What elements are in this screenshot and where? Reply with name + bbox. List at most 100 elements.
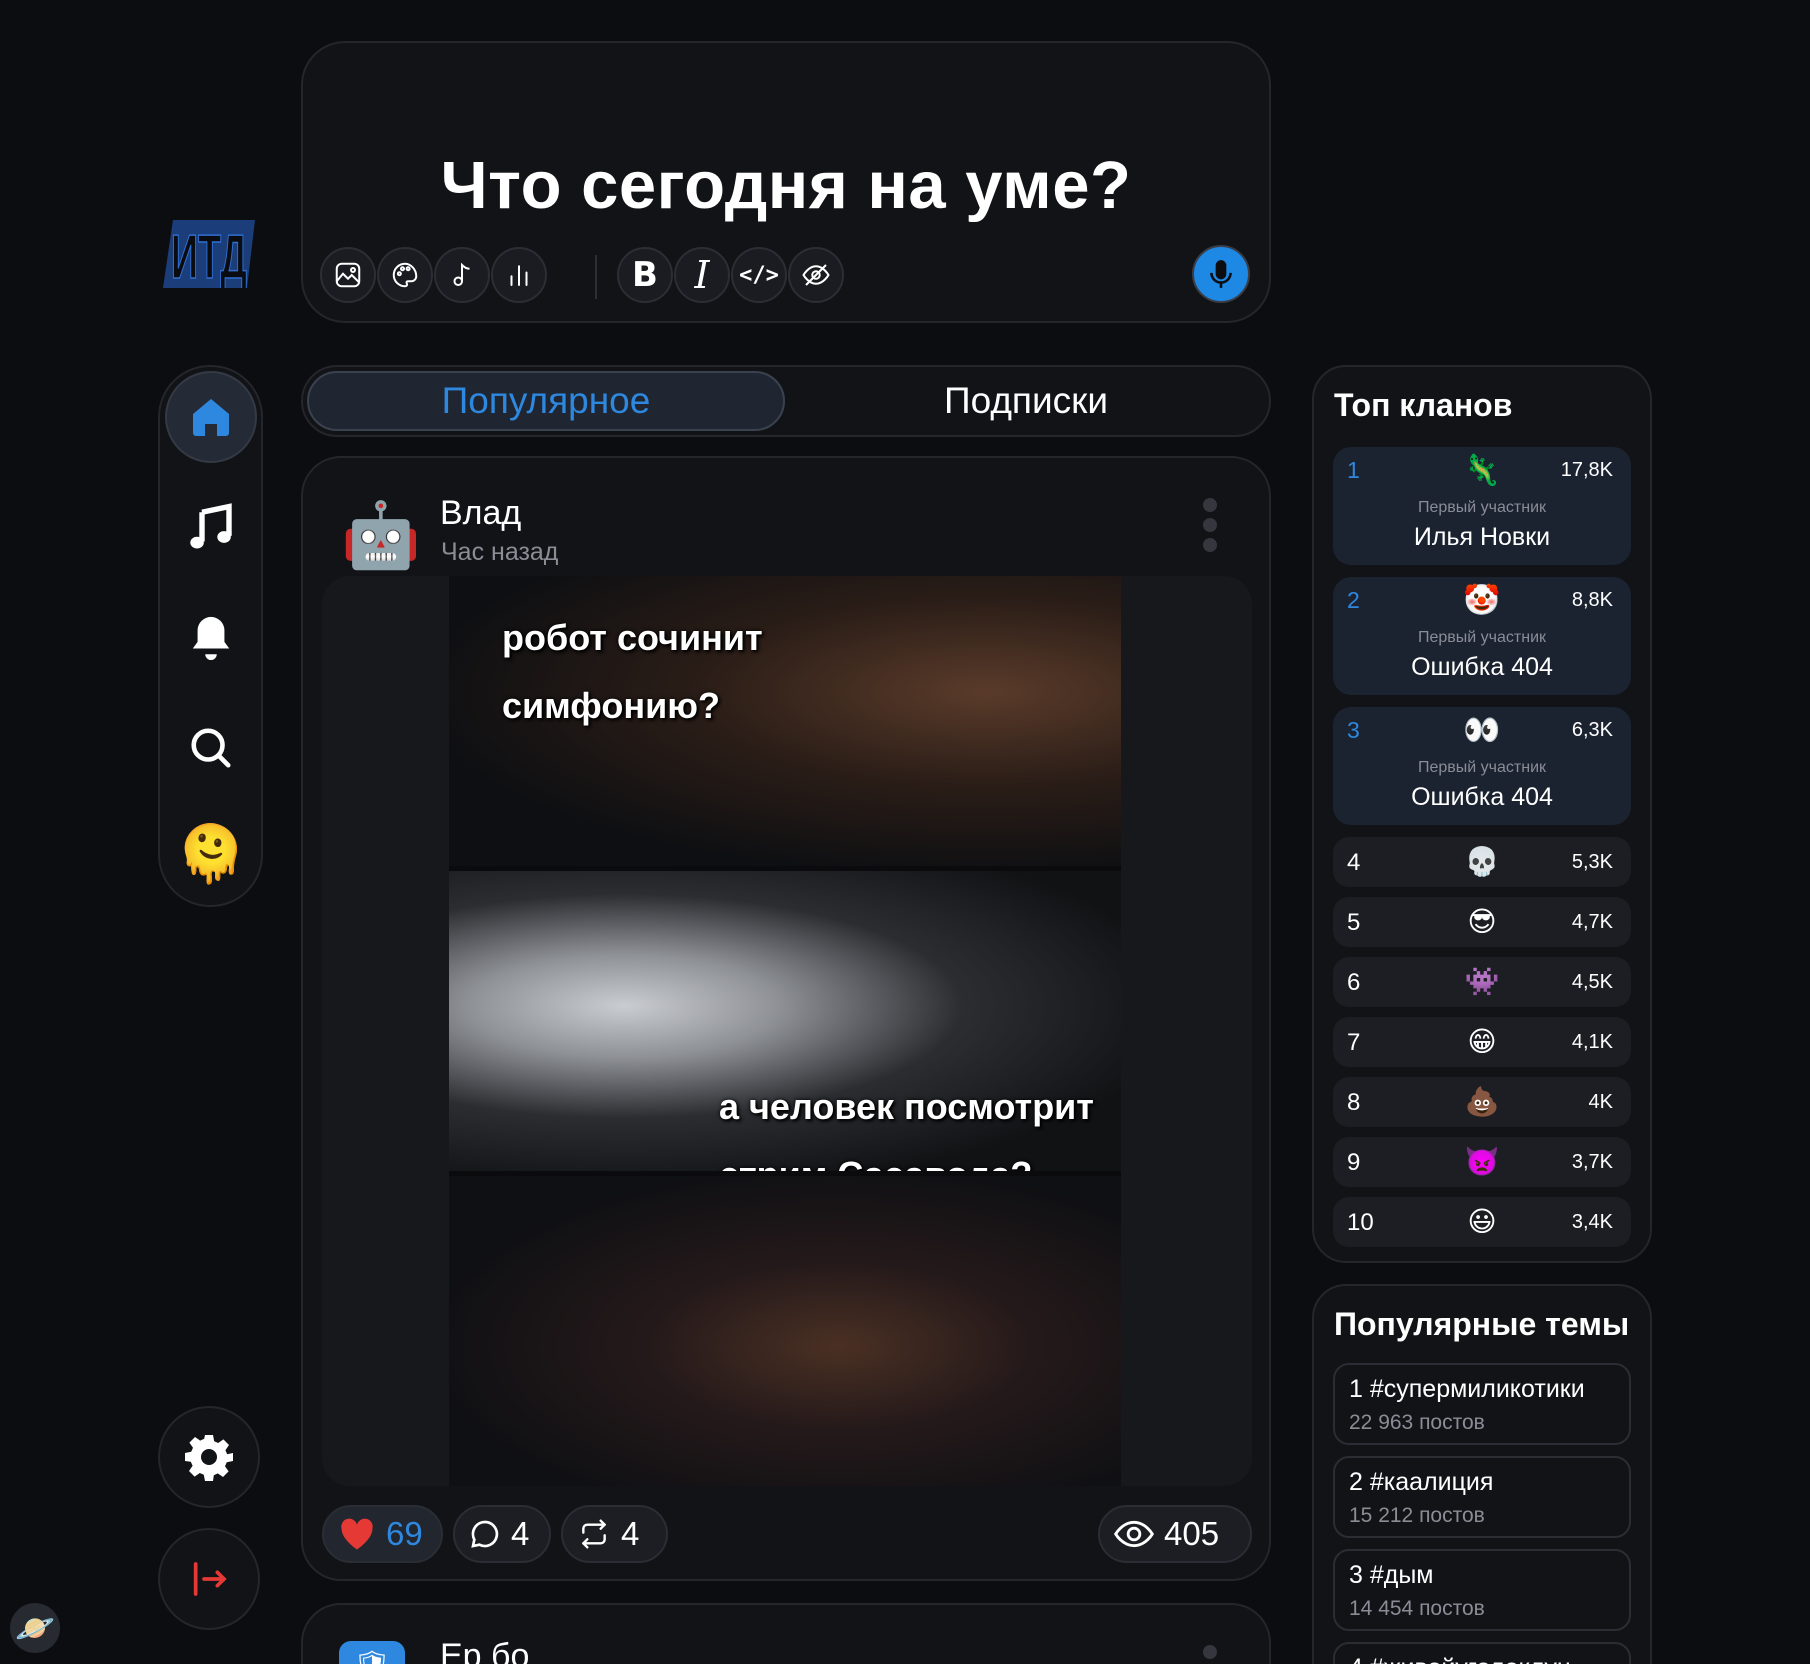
app-logo[interactable]: ИТД (163, 220, 255, 288)
post-more-menu[interactable] (1203, 1645, 1217, 1659)
italic-icon: I (694, 253, 710, 297)
clan-item[interactable]: 2 🤡 8,8K Первый участник Ошибка 404 (1333, 577, 1631, 695)
post-more-menu[interactable] (1203, 498, 1217, 558)
author-name[interactable]: Влад (440, 494, 521, 533)
topic-post-count: 22 963 постов (1349, 1411, 1485, 1434)
nav-home[interactable] (165, 371, 257, 463)
author-name[interactable]: Ер бо (440, 1637, 529, 1664)
view-count: 405 (1164, 1515, 1220, 1552)
post-timestamp: Час назад (441, 538, 559, 566)
like-button[interactable]: 69 (322, 1505, 443, 1563)
topic-item[interactable]: 2 #каалиция 15 212 постов (1333, 1456, 1631, 1538)
composer-prompt[interactable]: Что сегодня на уме? (303, 147, 1269, 224)
post-card: 🛡 Ер бо (301, 1603, 1271, 1664)
first-member-label: Первый участник (1417, 499, 1546, 516)
nav-music[interactable] (165, 482, 257, 574)
code-button[interactable]: </> (731, 247, 787, 303)
topic-post-count: 14 454 постов (1349, 1597, 1485, 1620)
topic-post-count: 15 212 постов (1349, 1504, 1485, 1527)
settings-button[interactable] (158, 1406, 260, 1508)
main-navigation: 🫠 (158, 365, 263, 907)
author-avatar[interactable]: 🤖 (341, 498, 421, 573)
code-icon: </> (739, 262, 779, 288)
bold-button[interactable]: B (617, 247, 673, 303)
topic-hashtag: 2 #каалиция (1349, 1468, 1494, 1496)
heart-icon (341, 1518, 373, 1550)
poll-icon (510, 265, 528, 286)
clan-item[interactable]: 1 🦎 17,8K Первый участник Илья Новки (1333, 447, 1631, 565)
nav-profile[interactable]: 🫠 (165, 808, 257, 900)
meme-caption-1: робот сочинит симфонию? (502, 617, 763, 726)
topic-item[interactable]: 4 #живойуголоклун (1333, 1642, 1631, 1664)
clan-item[interactable]: 8 💩 4K (1333, 1077, 1631, 1127)
author-avatar[interactable]: 🛡 (339, 1641, 405, 1664)
image-icon (335, 262, 361, 288)
comment-count: 4 (511, 1515, 530, 1552)
view-counter: 405 (1098, 1505, 1252, 1563)
spoiler-button[interactable] (788, 247, 844, 303)
comment-icon (471, 1520, 499, 1548)
voice-input-button[interactable] (1192, 245, 1250, 303)
tab-popular[interactable]: Популярное (307, 371, 785, 431)
repost-count: 4 (621, 1515, 640, 1552)
post-card: 🤖 Влад Час назад робот сочинит симфонию?… (301, 456, 1271, 1581)
clan-count: 3,7K (1571, 1151, 1613, 1173)
topic-item[interactable]: 3 #дым 14 454 постов (1333, 1549, 1631, 1631)
home-icon (193, 399, 229, 436)
image-button[interactable] (320, 247, 376, 303)
more-dot (1203, 518, 1217, 532)
meme-panel-2: а человек посмотрит стрим Сасавода? (449, 871, 1121, 1171)
topic-hashtag: 1 #супермиликотики (1349, 1375, 1585, 1403)
profile-emoji-icon: 🫠 (176, 822, 246, 885)
logout-button[interactable] (158, 1528, 260, 1630)
repost-button[interactable]: 4 (561, 1505, 668, 1563)
palette-button[interactable] (377, 247, 433, 303)
clan-count: 4K (1588, 1091, 1613, 1113)
clan-emoji-icon: 💩 (1464, 1086, 1500, 1117)
music-icon (190, 503, 232, 549)
microphone-icon (1210, 260, 1232, 288)
italic-button[interactable]: I (674, 247, 730, 303)
clan-item[interactable]: 9 👿 3,7K (1333, 1137, 1631, 1187)
comment-button[interactable]: 4 (453, 1505, 551, 1563)
spoiler-hidden-icon (802, 264, 830, 286)
music-button[interactable] (434, 247, 490, 303)
nav-search[interactable] (165, 702, 257, 794)
logo-text: ИТД (171, 223, 247, 288)
bold-icon: B (632, 255, 658, 295)
panel-title: Топ кланов (1334, 387, 1513, 423)
first-member-name: Ошибка 404 (1411, 653, 1553, 681)
nav-notifications[interactable] (165, 592, 257, 684)
clan-item[interactable]: 4 💀 5,3K (1333, 837, 1631, 887)
post-composer[interactable]: Что сегодня на уме? B I </> (301, 41, 1271, 323)
first-member-name: Ошибка 404 (1411, 783, 1553, 811)
clan-count: 5,3K (1571, 851, 1613, 873)
first-member-label: Первый участник (1417, 629, 1546, 646)
clan-item[interactable]: 6 👾 4,5K (1333, 957, 1631, 1007)
floating-avatar[interactable]: 🪐 (10, 1603, 60, 1653)
eye-icon (1114, 1520, 1154, 1548)
clan-item[interactable]: 5 😎 4,7K (1333, 897, 1631, 947)
first-member-name: Илья Новки (1413, 523, 1551, 551)
clan-count: 8,8K (1571, 589, 1613, 611)
topic-item[interactable]: 1 #супермиликотики 22 963 постов (1333, 1363, 1631, 1445)
clan-count: 17,8K (1560, 459, 1613, 481)
popular-topics-panel: Популярные темы 1 #супермиликотики 22 96… (1312, 1284, 1652, 1664)
clan-count: 4,5K (1571, 971, 1613, 993)
clan-item[interactable]: 10 😃 3,4K (1333, 1197, 1631, 1247)
more-dot (1203, 498, 1217, 512)
tab-subscriptions[interactable]: Подписки (787, 371, 1265, 431)
toolbar-divider (595, 255, 597, 299)
poll-button[interactable] (491, 247, 547, 303)
panel-title: Популярные темы (1334, 1306, 1630, 1342)
topic-hashtag: 3 #дым (1349, 1561, 1434, 1589)
clan-item[interactable]: 3 👀 6,3K Первый участник Ошибка 404 (1333, 707, 1631, 825)
clan-count: 4,1K (1571, 1031, 1613, 1053)
logout-icon (193, 1562, 227, 1596)
post-image[interactable]: робот сочинит симфонию? а человек посмот… (322, 576, 1252, 1486)
clan-item[interactable]: 7 😁 4,1K (1333, 1017, 1631, 1067)
feed-tabs: Популярное Подписки (301, 365, 1271, 437)
repost-icon (582, 1519, 606, 1549)
clan-count: 3,4K (1571, 1211, 1613, 1233)
music-note-icon (453, 262, 470, 286)
